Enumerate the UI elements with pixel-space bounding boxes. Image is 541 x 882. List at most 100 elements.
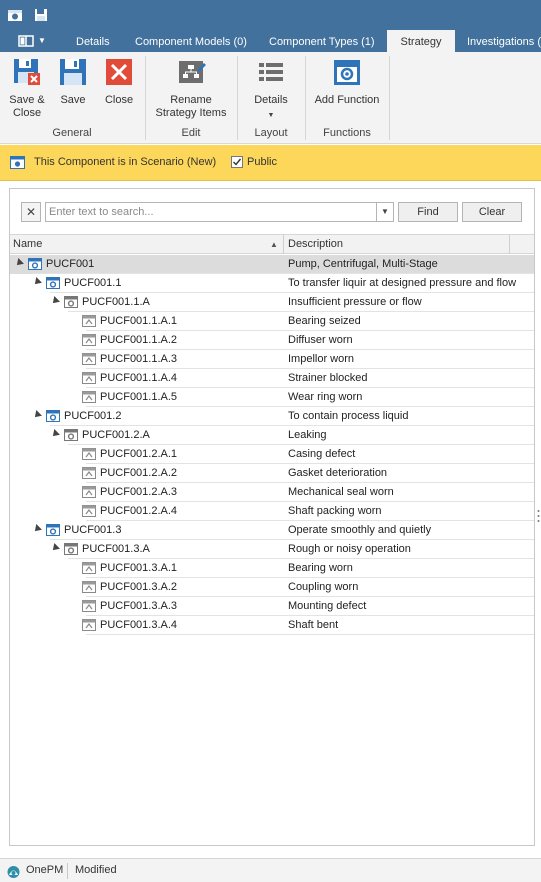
save-and-close-label: Save & Close <box>9 94 45 119</box>
tab-investigations[interactable]: Investigations (0 <box>467 30 541 52</box>
clear-button[interactable]: Clear <box>462 202 522 222</box>
tree-item-name: PUCF001.3.A.1 <box>100 562 178 574</box>
tree-row[interactable]: PUCF001.1.A.5 Wear ring worn <box>10 388 534 407</box>
tree-row[interactable]: PUCF001.2.A.1 Casing defect <box>10 445 534 464</box>
tree-item-name: PUCF001.1 <box>64 277 122 289</box>
tree-item-name: PUCF001.1.A.1 <box>100 315 178 327</box>
tree-row[interactable]: PUCF001.1 To transfer liquir at designed … <box>10 274 534 293</box>
tree-row[interactable]: PUCF001.3.A.2 Coupling worn <box>10 578 534 597</box>
tree-row[interactable]: PUCF001.2 To contain process liquid <box>10 407 534 426</box>
tree-item-name: PUCF001.1.A.5 <box>100 391 178 403</box>
tree-row[interactable]: PUCF001.2.A.2 Gasket deterioration <box>10 464 534 483</box>
group-label-edit: Edit <box>181 127 201 139</box>
tree-row[interactable]: PUCF001.3.A.1 Bearing worn <box>10 559 534 578</box>
tree-item-description: Strainer blocked <box>288 372 368 384</box>
expand-toggle-icon[interactable] <box>50 543 60 553</box>
tree-item-description: Coupling worn <box>288 581 359 593</box>
tree-item-description: Mechanical seal worn <box>288 486 394 498</box>
component-icon <box>28 258 42 270</box>
tree-row[interactable]: PUCF001.3 Operate smoothly and quietly <box>10 521 534 540</box>
tree-row[interactable]: PUCF001.1.A.2 Diffuser worn <box>10 331 534 350</box>
tab-component-types[interactable]: Component Types (1) <box>269 30 375 52</box>
tab-strategy[interactable]: Strategy <box>387 30 455 52</box>
add-function-button[interactable]: Add Function <box>312 56 382 109</box>
tree-row[interactable]: PUCF001.2.A.4 Shaft packing worn <box>10 502 534 521</box>
document-state: Modified <box>75 864 117 876</box>
chevron-down-icon: ▼ <box>38 36 46 45</box>
tab-component-models[interactable]: Component Models (0) <box>135 30 247 52</box>
functional-failure-icon <box>64 296 78 308</box>
tree-row[interactable]: PUCF001.1.A.3 Impellor worn <box>10 350 534 369</box>
status-bar: OnePM Modified <box>0 858 541 882</box>
find-button[interactable]: Find <box>398 202 458 222</box>
title-bar <box>0 0 541 30</box>
close-button[interactable]: Close <box>100 56 138 109</box>
tree-item-name: PUCF001.1.A <box>82 296 150 308</box>
functional-failure-icon <box>64 429 78 441</box>
failure-mode-icon <box>82 619 96 631</box>
checkmark-icon <box>233 158 242 166</box>
close-icon: ✕ <box>25 205 37 219</box>
tree-item-name: PUCF001.2.A <box>82 429 150 441</box>
column-header-description[interactable]: Description <box>288 238 343 250</box>
app-name: OnePM <box>26 864 64 876</box>
failure-mode-icon <box>82 334 96 346</box>
expand-toggle-icon[interactable] <box>32 524 42 534</box>
tree-row[interactable]: PUCF001 Pump, Centrifugal, Multi-Stage <box>10 255 534 274</box>
public-checkbox[interactable] <box>231 156 243 168</box>
save-and-close-button[interactable]: Save & Close <box>4 56 50 122</box>
tree-item-description: Wear ring worn <box>288 391 363 403</box>
group-label-general: General <box>52 127 92 139</box>
scenario-banner: This Component is in Scenario (New) Publ… <box>0 145 541 181</box>
expand-toggle-icon[interactable] <box>50 429 60 439</box>
quick-save-icon[interactable] <box>33 7 49 23</box>
failure-mode-icon <box>82 562 96 574</box>
expand-toggle-icon[interactable] <box>14 258 24 268</box>
tree-row[interactable]: PUCF001.1.A.4 Strainer blocked <box>10 369 534 388</box>
column-divider[interactable] <box>283 235 284 254</box>
clear-search-button[interactable]: ✕ <box>21 202 41 222</box>
rename-strategy-items-button[interactable]: Rename Strategy Items <box>150 56 232 122</box>
tree-row[interactable]: PUCF001.2.A Leaking <box>10 426 534 445</box>
tab-details[interactable]: Details <box>76 30 110 52</box>
sort-ascending-icon: ▲ <box>270 240 278 249</box>
tree-row[interactable]: PUCF001.3.A.4 Shaft bent <box>10 616 534 635</box>
add-function-label: Add Function <box>314 94 380 106</box>
tree-row[interactable]: PUCF001.2.A.3 Mechanical seal worn <box>10 483 534 502</box>
tree-item-description: To contain process liquid <box>288 410 409 422</box>
tree-item-name: PUCF001.3.A.4 <box>100 619 178 631</box>
tree-item-description: Casing defect <box>288 448 356 460</box>
scenario-text: This Component is in Scenario (New) <box>34 156 217 168</box>
tree-row[interactable]: PUCF001.1.A.1 Bearing seized <box>10 312 534 331</box>
failure-mode-icon <box>82 448 96 460</box>
details-layout-dropdown[interactable]: Details ▼ <box>246 56 296 122</box>
expand-toggle-icon[interactable] <box>32 410 42 420</box>
row-divider <box>86 634 534 635</box>
save-button[interactable]: Save <box>54 56 92 109</box>
expand-toggle-icon[interactable] <box>50 296 60 306</box>
tree-item-description: Pump, Centrifugal, Multi-Stage <box>288 258 438 270</box>
close-icon <box>106 59 132 85</box>
tree-item-name: PUCF001.3.A.2 <box>100 581 178 593</box>
tree-item-name: PUCF001.2.A.3 <box>100 486 178 498</box>
tree-row[interactable]: PUCF001.1.A Insufficient pressure or flow <box>10 293 534 312</box>
file-menu-button[interactable]: ▼ <box>6 32 54 50</box>
search-history-dropdown[interactable]: ▼ <box>377 202 394 222</box>
rename-label: Rename Strategy Items <box>155 94 227 119</box>
rename-hierarchy-icon <box>179 61 206 83</box>
expand-toggle-icon[interactable] <box>32 277 42 287</box>
tree-row[interactable]: PUCF001.3.A.3 Mounting defect <box>10 597 534 616</box>
column-divider[interactable] <box>509 235 510 254</box>
component-window-icon[interactable] <box>7 7 23 23</box>
details-label: Details <box>254 94 288 106</box>
splitter-grip-icon[interactable] <box>537 508 540 524</box>
group-separator <box>389 56 390 140</box>
tree-item-name: PUCF001.2.A.1 <box>100 448 178 460</box>
tree-item-name: PUCF001.3.A <box>82 543 150 555</box>
failure-mode-icon <box>82 486 96 498</box>
tree-item-name: PUCF001.2.A.4 <box>100 505 178 517</box>
tree-row[interactable]: PUCF001.3.A Rough or noisy operation <box>10 540 534 559</box>
column-header-name[interactable]: Name <box>13 238 42 250</box>
search-input[interactable] <box>45 202 377 222</box>
function-icon <box>46 524 60 536</box>
